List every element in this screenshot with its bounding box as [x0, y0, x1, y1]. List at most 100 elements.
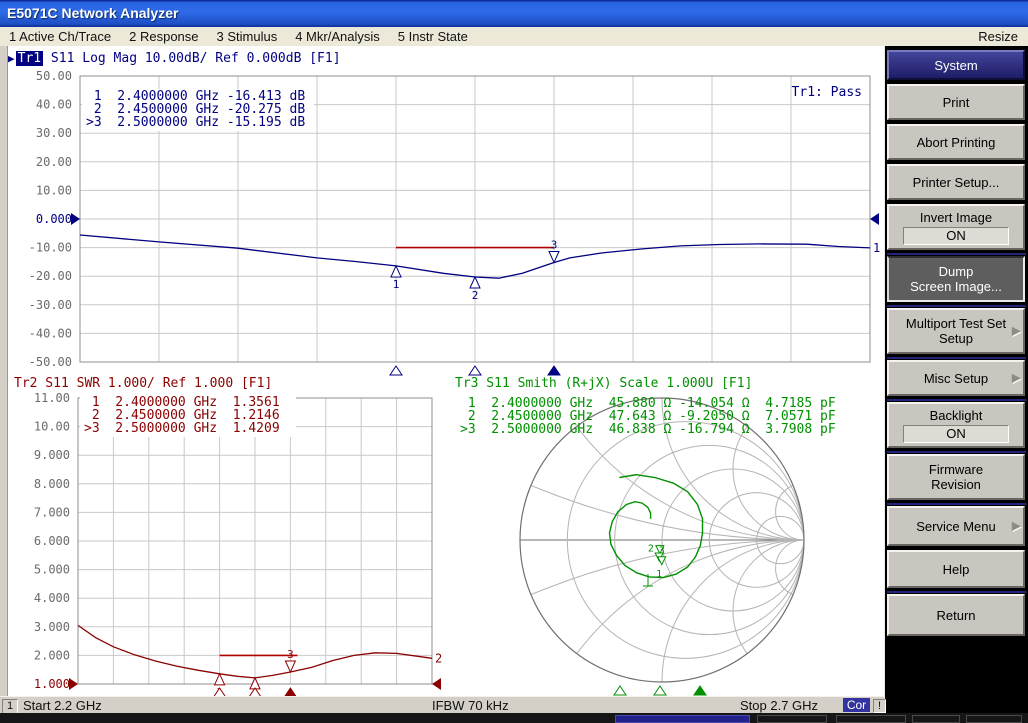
y-tick-label: 0.000 [36, 212, 72, 226]
y-tick-label: 10.00 [34, 420, 70, 434]
tr2-header-text: Tr2 S11 SWR 1.000/ Ref 1.000 [F1] [14, 376, 272, 391]
smith-x-arc [520, 46, 884, 540]
smith-x-arc [520, 540, 884, 696]
softkey-label: Abort Printing [917, 135, 996, 150]
y-tick-label: 8.000 [34, 477, 70, 491]
marker-3-label: 3 [551, 238, 558, 251]
y-tick-label: 10.00 [36, 183, 72, 197]
ref-level-arrow-icon [432, 678, 441, 690]
submenu-arrow-icon: ▶ [1012, 519, 1021, 534]
softkey-label: Help [943, 562, 970, 577]
softkey-help[interactable]: Help [887, 550, 1025, 588]
softkey-label: Revision [931, 477, 981, 492]
softkey-label: Return [936, 608, 975, 623]
marker-1-glyph [391, 266, 401, 277]
softkey-toggle-value: ON [903, 425, 1009, 443]
softkey-invert-image[interactable]: Invert Image ON [887, 204, 1025, 250]
tr3-header: Tr3 S11 Smith (R+jX) Scale 1.000U [F1] [455, 376, 752, 391]
softkey-return[interactable]: Return [887, 594, 1025, 636]
menu-item-1[interactable]: 1 Active Ch/Trace [0, 29, 120, 44]
y-tick-label: -30.00 [29, 298, 72, 312]
softkey-separator [887, 253, 1026, 255]
softkey-separator [887, 305, 1026, 307]
menu-bar: 1 Active Ch/Trace2 Response3 Stimulus4 M… [0, 27, 1028, 47]
y-tick-label: -40.00 [29, 326, 72, 340]
menu-item-2[interactable]: 2 Response [120, 29, 207, 44]
y-tick-label: 4.000 [34, 591, 70, 605]
menu-item-3[interactable]: 3 Stimulus [208, 29, 287, 44]
softkey-system[interactable]: System [887, 50, 1025, 80]
softkey-toggle-value: ON [903, 227, 1009, 245]
menu-item-4[interactable]: 4 Mkr/Analysis [286, 29, 389, 44]
softkey-label: Service Menu [916, 519, 995, 534]
softkey-printer-setup[interactable]: Printer Setup... [887, 164, 1025, 200]
limit-test-status: Tr1: Pass [792, 85, 862, 100]
taskbar-fragment [836, 715, 906, 723]
softkey-print[interactable]: Print [887, 84, 1025, 120]
stimulus-marker-icon [694, 686, 706, 695]
softkey-abort-printing[interactable]: Abort Printing [887, 124, 1025, 160]
tr1-header: ▶Tr1 S11 Log Mag 10.00dB/ Ref 0.000dB [F… [8, 51, 341, 66]
softkey-label: Backlight [930, 408, 983, 423]
marker-2-glyph [470, 277, 480, 288]
taskbar-fragment [966, 715, 1022, 723]
softkey-service-menu[interactable]: Service Menu ▶ [887, 506, 1025, 546]
trace-number-label: 2 [435, 651, 442, 665]
ref-level-arrow-icon [71, 213, 80, 225]
marker-table-row: >3 2.5000000 GHz 1.4209 [84, 421, 280, 436]
submenu-arrow-icon: ▶ [1012, 324, 1021, 339]
y-tick-label: -10.00 [29, 241, 72, 255]
softkey-separator [887, 503, 1026, 505]
smith-x-arc [662, 540, 884, 696]
softkey-misc-setup[interactable]: Misc Setup ▶ [887, 360, 1025, 396]
y-tick-label: -50.00 [29, 355, 72, 369]
softkey-backlight[interactable]: Backlight ON [887, 402, 1025, 448]
y-tick-label: 40.00 [36, 98, 72, 112]
marker-3-glyph [285, 661, 295, 672]
softkey-multiport-test-set-setup[interactable]: Multiport Test SetSetup▶ [887, 308, 1025, 354]
stop-frequency: Stop 2.7 GHz [740, 698, 818, 713]
channel-indicator: 1 [2, 699, 18, 714]
softkey-separator [887, 451, 1026, 453]
softkey-separator [887, 399, 1026, 401]
softkey-label: System [934, 58, 977, 73]
taskbar-fragment [615, 715, 750, 723]
bottom-cutoff-strip [0, 713, 1028, 723]
softkey-label: Print [943, 95, 970, 110]
softkey-label: Misc Setup [924, 371, 988, 386]
y-tick-label: 2.000 [34, 648, 70, 662]
y-tick-label: 9.000 [34, 448, 70, 462]
softkey-label: Printer Setup... [913, 175, 1000, 190]
softkey-label: Setup [939, 331, 973, 346]
marker-3-label: 3 [287, 648, 294, 661]
softkey-label: Invert Image [920, 210, 992, 225]
measurement-area: 50.0040.0030.0020.0010.000.000-10.00-20.… [0, 46, 884, 696]
submenu-arrow-icon: ▶ [1012, 371, 1021, 386]
trace-line [610, 475, 703, 578]
marker-2-label: 2 [472, 289, 479, 302]
ref-level-arrow-icon [69, 678, 78, 690]
y-tick-label: 20.00 [36, 155, 72, 169]
y-tick-label: 30.00 [36, 126, 72, 140]
softkey-firmware-revision[interactable]: FirmwareRevision [887, 454, 1025, 500]
stimulus-marker-icon [390, 366, 402, 375]
softkey-separator [887, 357, 1026, 359]
status-bar: 1 Start 2.2 GHz IFBW 70 kHz Stop 2.7 GHz… [0, 696, 884, 714]
y-tick-label: 11.00 [34, 391, 70, 405]
softkey-label: Screen Image... [910, 279, 1002, 294]
charts-canvas: 50.0040.0030.0020.0010.000.000-10.00-20.… [0, 46, 884, 696]
menu-item-5[interactable]: 5 Instr State [389, 29, 477, 44]
marker-1-label: 1 [393, 278, 400, 291]
left-edge-strip [0, 46, 8, 696]
menu-item-resize[interactable]: Resize [968, 29, 1028, 44]
stimulus-marker-icon [548, 366, 560, 375]
tr1-header-text: S11 Log Mag 10.00dB/ Ref 0.000dB [F1] [43, 51, 340, 66]
y-tick-label: 50.00 [36, 69, 72, 83]
window-title: E5071C Network Analyzer [7, 5, 178, 21]
marker-1-glyph [215, 674, 225, 685]
tr1-badge[interactable]: Tr1 [16, 51, 43, 66]
ifbw-readout: IFBW 70 kHz [432, 698, 509, 713]
ref-level-arrow-icon [870, 213, 879, 225]
softkey-dump-screen-image[interactable]: DumpScreen Image... [887, 256, 1025, 302]
tr2-header: Tr2 S11 SWR 1.000/ Ref 1.000 [F1] [14, 376, 272, 391]
